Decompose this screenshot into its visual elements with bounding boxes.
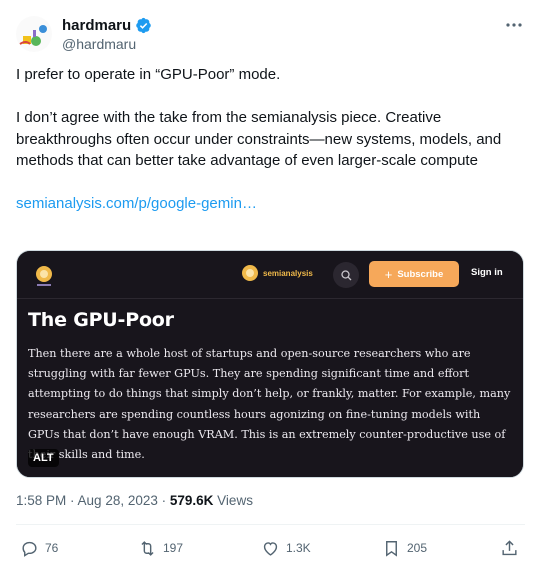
meta-separator: ·	[157, 493, 170, 508]
divider	[16, 524, 525, 525]
action-bar: 76 197 1.3K 205	[16, 536, 525, 560]
handle[interactable]: @hardmaru	[62, 36, 136, 52]
semianalysis-brand: semianalysis	[241, 264, 313, 282]
more-options-button[interactable]	[503, 16, 525, 34]
views-label: Views	[213, 493, 253, 508]
tweet-header: hardmaru @hardmaru	[16, 16, 525, 56]
verified-badge-icon	[136, 17, 151, 33]
semianalysis-mark-icon	[242, 265, 258, 281]
tweet-meta: 1:58 PM · Aug 28, 2023 · 579.6K Views	[16, 493, 253, 508]
tweet-line-1: I prefer to operate in “GPU-Poor” mode.	[16, 66, 281, 83]
reply-icon	[22, 541, 37, 557]
repost-button[interactable]: 197	[138, 536, 183, 560]
meta-separator: ·	[66, 493, 78, 508]
screenshot-subscribe-button: + Subscribe	[369, 261, 459, 287]
avatar-illustration-icon	[16, 16, 52, 52]
brand-text: semianalysis	[263, 268, 313, 278]
tweet-date[interactable]: Aug 28, 2023	[78, 493, 158, 508]
alt-text-badge[interactable]: ALT	[28, 449, 59, 467]
screenshot-signin: Sign in	[471, 267, 503, 278]
tweet-line-2: I don’t agree with the take from the sem…	[16, 109, 502, 169]
heart-icon	[263, 541, 278, 556]
plus-icon: +	[384, 266, 393, 282]
more-dots-icon	[506, 23, 522, 27]
share-button[interactable]	[500, 536, 519, 560]
share-icon	[502, 539, 517, 555]
tweet-text: I prefer to operate in “GPU-Poor” mode. …	[16, 64, 521, 215]
repost-icon	[141, 540, 154, 556]
reply-button[interactable]: 76	[20, 536, 58, 560]
display-name[interactable]: hardmaru	[62, 17, 131, 34]
reply-count: 76	[45, 541, 59, 555]
bookmark-icon	[386, 540, 397, 557]
subscribe-label: Subscribe	[397, 268, 444, 280]
semianalysis-logo-icon	[36, 266, 52, 286]
screenshot-body-text: Then there are a whole host of startups …	[28, 347, 511, 462]
like-count: 1.3K	[286, 541, 311, 555]
views-count: 579.6K	[169, 493, 214, 508]
name-row: hardmaru	[62, 16, 152, 34]
bookmark-button[interactable]: 205	[382, 536, 427, 560]
screenshot-title: The GPU-Poor	[28, 309, 174, 331]
screenshot-search-icon	[333, 262, 359, 288]
tweet-time[interactable]: 1:58 PM	[16, 493, 66, 508]
article-link[interactable]: semianalysis.com/p/google-gemin…	[16, 195, 257, 212]
like-button[interactable]: 1.3K	[261, 536, 311, 560]
avatar[interactable]	[16, 16, 52, 52]
bookmark-count: 205	[407, 541, 428, 555]
repost-count: 197	[163, 541, 184, 555]
attached-image[interactable]: semianalysis + Subscribe Sign in The GPU…	[16, 250, 524, 478]
screenshot-divider	[17, 298, 523, 299]
